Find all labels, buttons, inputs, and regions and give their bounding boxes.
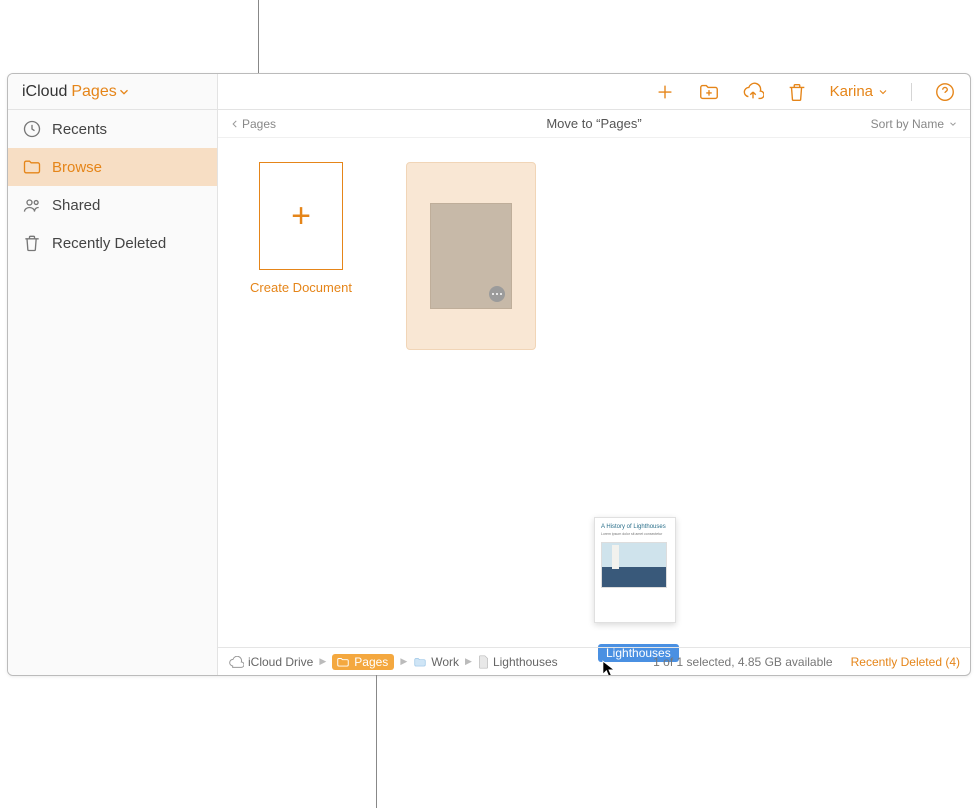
divider [911, 83, 912, 101]
chevron-down-icon [117, 85, 131, 99]
browse-subheader: Pages Move to “Pages” Sort by Name [218, 110, 970, 138]
brand-label: iCloud [22, 83, 67, 101]
document-icon [478, 655, 489, 669]
create-document-tile[interactable]: + Create Document [246, 162, 356, 295]
drop-target-title: Move to “Pages” [546, 116, 641, 131]
document-manager-window: iCloud Pages Recents Browse Shared [7, 73, 971, 676]
chevron-down-icon [877, 86, 889, 98]
chevron-down-icon [948, 119, 958, 129]
create-document-button[interactable] [654, 81, 676, 103]
document-grid[interactable]: + Create Document [218, 138, 970, 647]
sidebar-item-shared[interactable]: Shared [8, 186, 217, 224]
toolbar: Karina [218, 74, 970, 110]
sidebar-item-label: Recents [52, 121, 107, 138]
app-switcher[interactable]: Pages [71, 83, 130, 101]
recently-deleted-link[interactable]: Recently Deleted (4) [851, 655, 960, 669]
cloud-icon [228, 656, 244, 668]
chevron-left-icon [230, 119, 240, 129]
breadcrumb-separator-icon: ▶ [319, 656, 326, 667]
breadcrumb-pages[interactable]: Pages [332, 654, 394, 670]
more-button[interactable] [489, 286, 505, 302]
breadcrumb-separator-icon: ▶ [465, 656, 472, 667]
people-icon [22, 195, 42, 215]
delete-button[interactable] [786, 81, 808, 103]
help-button[interactable] [934, 81, 956, 103]
sidebar-item-browse[interactable]: Browse [8, 148, 217, 186]
clock-icon [22, 119, 42, 139]
callout-line-top [258, 0, 259, 73]
callout-line-bottom [376, 675, 377, 808]
trash-icon [22, 233, 42, 253]
folder-icon [336, 656, 350, 668]
breadcrumb-lighthouses[interactable]: Lighthouses [478, 655, 558, 669]
upload-button[interactable] [742, 81, 764, 103]
sidebar: iCloud Pages Recents Browse Shared [8, 74, 218, 675]
sidebar-header[interactable]: iCloud Pages [8, 74, 217, 110]
sidebar-item-recently-deleted[interactable]: Recently Deleted [8, 224, 217, 262]
folder-icon [413, 656, 427, 668]
sidebar-item-recents[interactable]: Recents [8, 110, 217, 148]
main-pane: Karina Pages Move to “Pages” Sort by Nam… [218, 74, 970, 675]
folder-icon [22, 157, 42, 177]
sidebar-item-label: Shared [52, 197, 100, 214]
status-text: 1 of 1 selected, 4.85 GB available [653, 655, 832, 669]
plus-icon: + [259, 162, 343, 270]
breadcrumb: iCloud Drive ▶ Pages ▶ Work ▶ Lighthouse… [228, 654, 558, 670]
breadcrumb-icloud-drive[interactable]: iCloud Drive [228, 655, 313, 669]
folder-thumbnail [430, 203, 512, 309]
back-button[interactable]: Pages [230, 117, 276, 131]
breadcrumb-separator-icon: ▶ [400, 656, 407, 667]
sort-menu[interactable]: Sort by Name [871, 117, 958, 131]
folder-tile[interactable] [406, 162, 536, 350]
breadcrumb-work[interactable]: Work [413, 655, 459, 669]
user-menu[interactable]: Karina [830, 83, 889, 100]
sidebar-item-label: Recently Deleted [52, 235, 166, 252]
create-document-label: Create Document [250, 280, 352, 295]
footer-bar: iCloud Drive ▶ Pages ▶ Work ▶ Lighthouse… [218, 647, 970, 675]
sidebar-item-label: Browse [52, 159, 102, 176]
new-folder-button[interactable] [698, 81, 720, 103]
